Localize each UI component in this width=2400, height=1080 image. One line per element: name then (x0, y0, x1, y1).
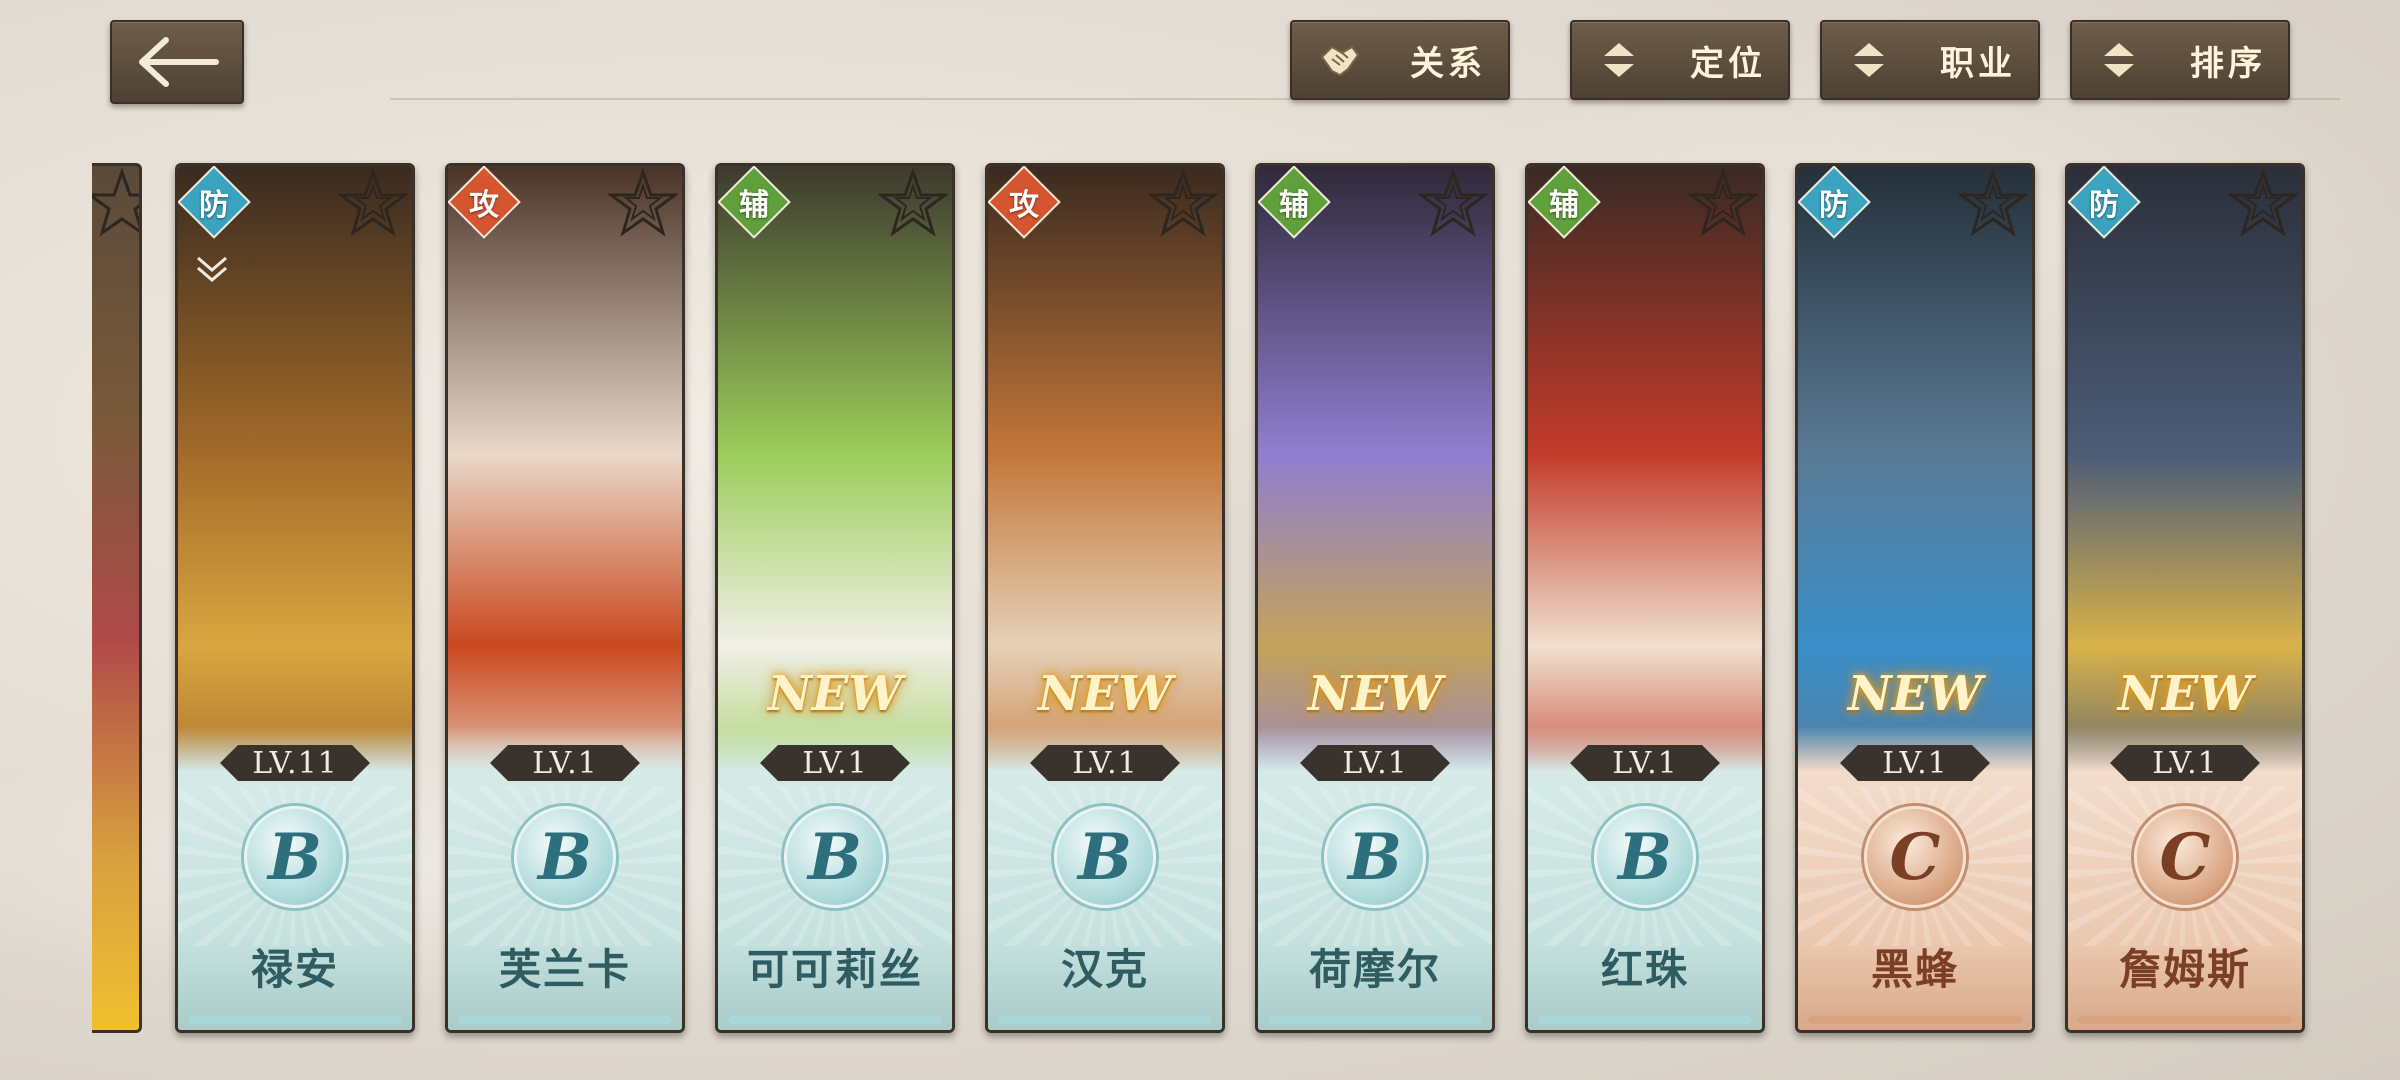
role-label: 辅 (739, 188, 769, 223)
role-label: 辅 (1279, 188, 1309, 223)
character-portrait (448, 166, 682, 806)
character-name: 荷摩尔 (1308, 945, 1441, 994)
sort-arrows-icon (1854, 43, 1884, 77)
rank-emblem: B (244, 806, 346, 908)
sort-label: 排序 (2190, 43, 2266, 84)
character-card[interactable]: 防 NEW LV.1 C 黑蜂 (1795, 163, 2035, 1033)
rank-emblem: B (1054, 806, 1156, 908)
back-arrow-icon (139, 37, 219, 87)
sort-arrows-icon (1604, 43, 1634, 77)
rank-emblem: C (1864, 806, 1966, 908)
card-bottom-bar (2078, 1016, 2292, 1024)
star-icon (2228, 168, 2298, 237)
character-name: 芙兰卡 (498, 945, 631, 994)
card-bottom-bar (1538, 1016, 1752, 1024)
rank-emblem: B (1594, 806, 1696, 908)
level-badge: LV.1 (760, 745, 910, 781)
rank-emblem: C (2134, 806, 2236, 908)
character-card[interactable]: 防 LV.11 B 禄安 (175, 163, 415, 1033)
level-badge: LV.1 (1030, 745, 1180, 781)
relations-button[interactable]: 关系 (1290, 20, 1510, 100)
character-card[interactable]: 辅 NEW LV.1 B 可可莉丝 (715, 163, 955, 1033)
level-badge: LV.1 (1300, 745, 1450, 781)
role-label: 攻 (1009, 188, 1039, 223)
card-bottom-bar (728, 1016, 942, 1024)
card-bottom-bar (188, 1016, 402, 1024)
new-tag: NEW (2117, 666, 2253, 722)
character-card[interactable]: 攻 LV.1 B 芙兰卡 (445, 163, 685, 1033)
star-icon (1958, 168, 2028, 237)
card-bottom-bar (1268, 1016, 1482, 1024)
level-badge: LV.1 (1840, 745, 1990, 781)
role-label: 防 (199, 188, 229, 223)
role-label: 攻 (469, 188, 499, 223)
new-tag: NEW (1847, 666, 1983, 722)
character-name: 可可莉丝 (746, 945, 923, 994)
character-name: 詹姆斯 (2118, 945, 2251, 994)
position-filter-button[interactable]: 定位 (1570, 20, 1790, 100)
card-bottom-bar (1808, 1016, 2022, 1024)
rank-emblem: B (1324, 806, 1426, 908)
character-name: 禄安 (250, 945, 339, 994)
character-name: 汉克 (1060, 945, 1149, 994)
position-label: 定位 (1690, 43, 1766, 84)
class-filter-button[interactable]: 职业 (1820, 20, 2040, 100)
new-tag: NEW (1037, 666, 1173, 722)
new-tag: NEW (1307, 666, 1443, 722)
character-card[interactable]: 辅 NEW LV.1 B 荷摩尔 (1255, 163, 1495, 1033)
sort-button[interactable]: 排序 (2070, 20, 2290, 100)
handshake-icon (1320, 45, 1360, 77)
partial-character-card[interactable] (92, 163, 142, 1033)
character-portrait (1528, 166, 1762, 806)
role-label: 防 (1819, 188, 1849, 223)
character-name: 黑蜂 (1870, 945, 1959, 994)
character-card[interactable]: 防 NEW LV.1 C 詹姆斯 (2065, 163, 2305, 1033)
level-badge: LV.1 (1570, 745, 1720, 781)
star-icon (878, 168, 948, 237)
card-bottom-bar (998, 1016, 1212, 1024)
chevron-down-icon (197, 256, 227, 282)
relations-label: 关系 (1410, 43, 1486, 84)
character-card[interactable]: 辅 LV.1 B 红珠 (1525, 163, 1765, 1033)
back-button[interactable] (110, 20, 244, 104)
character-name: 红珠 (1600, 945, 1689, 994)
sort-arrows-icon (2104, 43, 2134, 77)
rank-emblem: B (514, 806, 616, 908)
star-icon (338, 168, 408, 237)
level-badge: LV.1 (2110, 745, 2260, 781)
card-bottom-bar (458, 1016, 672, 1024)
level-badge: LV.1 (490, 745, 640, 781)
star-icon (1418, 168, 1488, 237)
role-label: 辅 (1549, 188, 1579, 223)
level-badge: LV.11 (220, 745, 370, 781)
star-icon (608, 168, 678, 237)
star-icon (1148, 168, 1218, 237)
role-label: 防 (2089, 188, 2119, 223)
new-tag: NEW (767, 666, 903, 722)
character-card[interactable]: 攻 NEW LV.1 B 汉克 (985, 163, 1225, 1033)
class-label: 职业 (1940, 43, 2016, 84)
star-icon (92, 168, 139, 237)
rank-emblem: B (784, 806, 886, 908)
star-icon (1688, 168, 1758, 237)
